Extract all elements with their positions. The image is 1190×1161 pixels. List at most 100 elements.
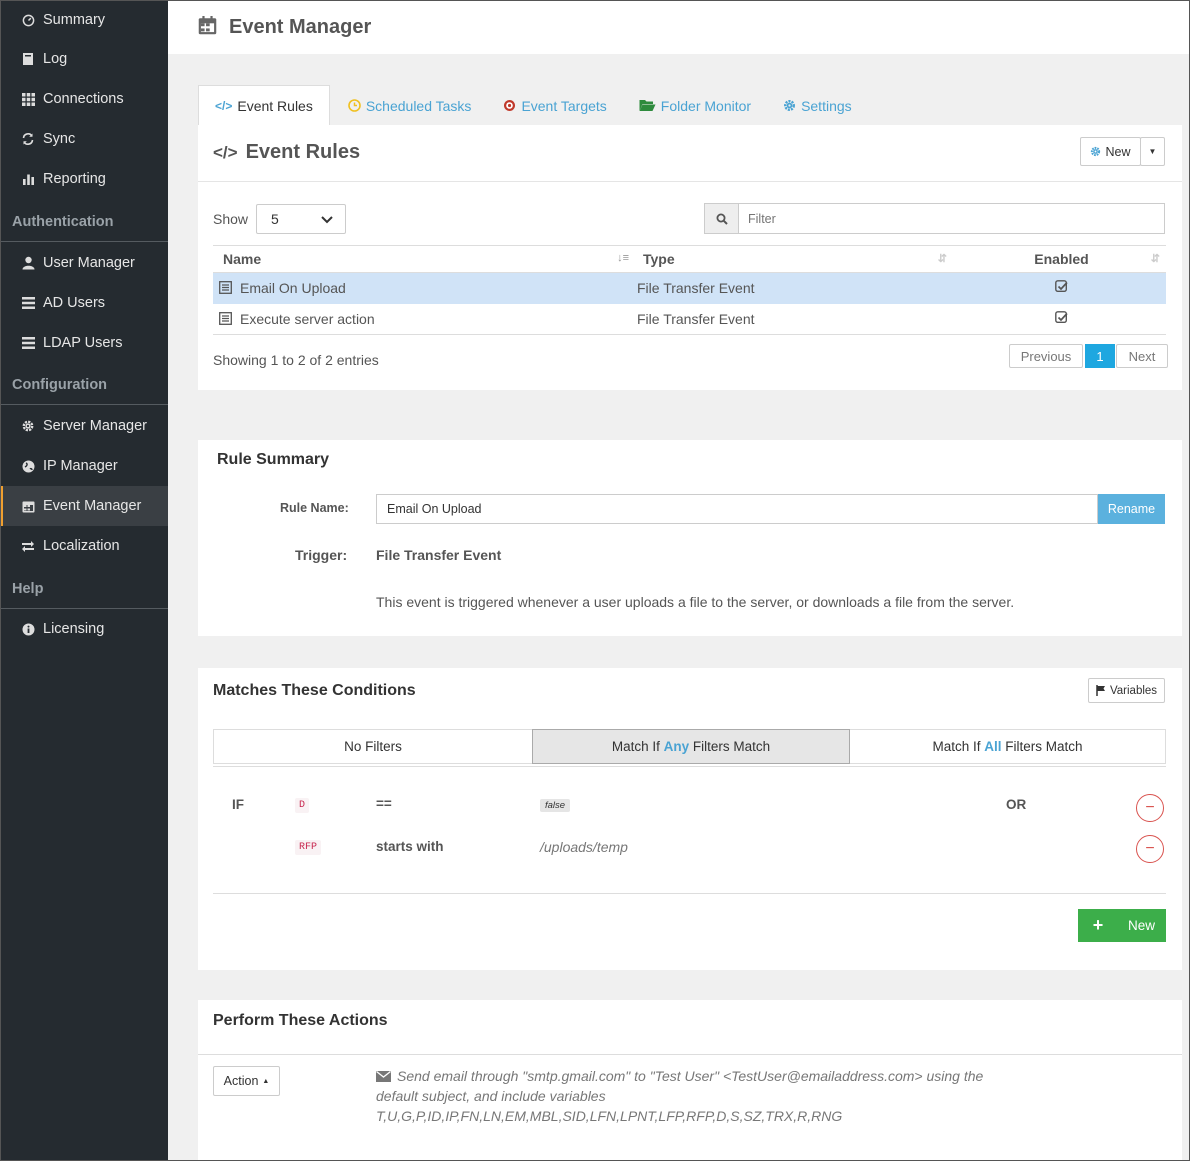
code-icon: </> — [215, 99, 233, 113]
new-rule-dropdown-toggle[interactable]: ▼ — [1140, 137, 1165, 166]
minus-icon: − — [1145, 840, 1155, 857]
tab-folder-monitor[interactable]: Folder Monitor — [623, 85, 767, 126]
filter-input[interactable] — [739, 204, 1164, 233]
rule-type: File Transfer Event — [637, 280, 755, 297]
condition-operator[interactable]: == — [376, 796, 392, 811]
info-icon — [20, 623, 36, 636]
sidebar-item-label: IP Manager — [43, 458, 118, 474]
column-label: Name — [223, 251, 262, 267]
actions-panel: Perform These Actions Action ▲ Send emai… — [198, 1000, 1182, 1161]
rule-name-label: Rule Name: — [280, 501, 349, 515]
remove-condition-button[interactable]: − — [1136, 794, 1164, 822]
condition-operator[interactable]: starts with — [376, 839, 444, 854]
match-any-option[interactable]: Match If Any Filters Match — [532, 729, 850, 764]
divider — [198, 181, 1182, 182]
page-size-value: 5 — [271, 211, 279, 227]
sync-icon — [20, 132, 36, 146]
section-title: Matches These Conditions — [213, 682, 416, 699]
sidebar-item-label: Summary — [43, 12, 106, 28]
option-text: Match If — [611, 739, 664, 754]
sidebar-item-connections[interactable]: Connections — [0, 79, 168, 119]
new-rule-button[interactable]: New — [1080, 137, 1141, 166]
gear-icon — [783, 99, 796, 112]
list-icon — [20, 337, 36, 349]
new-label: New — [1105, 144, 1131, 159]
show-label: Show — [213, 211, 249, 227]
condition-value[interactable]: false — [540, 799, 571, 812]
sidebar-item-label: Localization — [43, 538, 120, 554]
panel-heading: </> Event Rules — [213, 141, 360, 164]
sidebar-item-log[interactable]: Log — [0, 39, 168, 79]
column-label: Type — [643, 251, 675, 267]
plus-icon: + — [1092, 915, 1104, 935]
sidebar-item-reporting[interactable]: Reporting — [0, 159, 168, 199]
sidebar-item-user-manager[interactable]: User Manager — [0, 243, 168, 283]
enabled-cell — [957, 304, 1166, 335]
table-row[interactable]: Execute server action File Transfer Even… — [213, 304, 1166, 335]
sidebar-item-sync[interactable]: Sync — [0, 119, 168, 159]
rules-table: Name ↓≡ Type ⇵ Enabled ⇵ Email On Upload… — [213, 245, 1166, 335]
caret-down-icon: ▼ — [1148, 147, 1157, 156]
trigger-description: This event is triggered whenever a user … — [376, 594, 1015, 610]
rename-button[interactable]: Rename — [1098, 494, 1165, 524]
column-header-type[interactable]: Type ⇵ — [637, 246, 957, 273]
action-label: Action — [223, 1074, 259, 1088]
tab-event-targets[interactable]: Event Targets — [487, 85, 622, 126]
sidebar-section-help: Help — [0, 569, 168, 609]
option-emphasis: Any — [663, 739, 690, 754]
variables-button[interactable]: Variables — [1088, 678, 1165, 703]
rule-name-input[interactable]: Email On Upload — [376, 494, 1098, 524]
pagination: Previous 1 Next — [1009, 344, 1168, 368]
column-header-name[interactable]: Name ↓≡ — [213, 246, 637, 273]
page-1-button[interactable]: 1 — [1085, 344, 1115, 368]
column-header-enabled[interactable]: Enabled ⇵ — [957, 246, 1166, 273]
remove-condition-button[interactable]: − — [1136, 835, 1164, 863]
if-label: IF — [232, 797, 244, 812]
clock-icon — [348, 99, 361, 112]
sort-icon: ⇵ — [1150, 253, 1160, 265]
calendar-icon — [20, 500, 36, 513]
sort-icon: ⇵ — [937, 253, 947, 265]
check-square-icon — [1055, 310, 1068, 324]
variables-label: Variables — [1109, 684, 1158, 697]
sidebar-item-summary[interactable]: Summary — [0, 0, 168, 40]
sidebar-item-ad-users[interactable]: AD Users — [0, 283, 168, 323]
tab-scheduled-tasks[interactable]: Scheduled Tasks — [332, 85, 488, 126]
match-all-option[interactable]: Match If All Filters Match — [850, 730, 1165, 763]
event-rules-panel: </> Event Rules New ▼ Show 5 Name ↓≡ T — [198, 125, 1182, 390]
divider — [213, 766, 1166, 767]
previous-page-button[interactable]: Previous — [1009, 344, 1083, 368]
sidebar-item-localization[interactable]: Localization — [0, 526, 168, 566]
tab-event-rules[interactable]: </> Event Rules — [198, 85, 330, 126]
action-description[interactable]: Send email through "smtp.gmail.com" to "… — [376, 1066, 1006, 1126]
sidebar-item-ip-manager[interactable]: IP Manager — [0, 446, 168, 486]
target-icon — [503, 99, 516, 112]
page-size-select[interactable]: 5 — [256, 204, 346, 234]
list-alt-icon — [219, 281, 232, 295]
action-dropdown-button[interactable]: Action ▲ — [213, 1066, 280, 1096]
new-condition-button[interactable]: + New — [1078, 909, 1166, 942]
sidebar-item-event-manager[interactable]: Event Manager — [0, 486, 168, 526]
sidebar-item-label: Sync — [43, 131, 76, 147]
sidebar-item-label: Server Manager — [43, 418, 147, 434]
condition-variable[interactable]: RFP — [295, 840, 322, 855]
or-label: OR — [1006, 797, 1027, 812]
sidebar-item-ldap-users[interactable]: LDAP Users — [0, 323, 168, 363]
condition-value[interactable]: /uploads/temp — [540, 839, 628, 855]
sidebar-item-server-manager[interactable]: Server Manager — [0, 406, 168, 446]
sidebar: Summary Log Connections Sync Reporting A… — [0, 0, 168, 1161]
tab-settings[interactable]: Settings — [767, 85, 868, 126]
sidebar-item-label: Reporting — [43, 171, 106, 187]
new-label: New — [1128, 918, 1156, 933]
rule-name: Execute server action — [240, 310, 375, 327]
table-row[interactable]: Email On Upload File Transfer Event — [213, 272, 1166, 304]
sidebar-item-label: Licensing — [43, 621, 105, 637]
log-icon — [20, 52, 36, 66]
enabled-cell — [957, 273, 1166, 304]
divider — [198, 1054, 1182, 1055]
next-page-button[interactable]: Next — [1116, 344, 1168, 368]
condition-variable[interactable]: D — [295, 798, 310, 813]
section-title: Perform These Actions — [213, 1012, 388, 1029]
no-filters-option[interactable]: No Filters — [214, 730, 532, 763]
sidebar-item-licensing[interactable]: Licensing — [0, 609, 168, 649]
